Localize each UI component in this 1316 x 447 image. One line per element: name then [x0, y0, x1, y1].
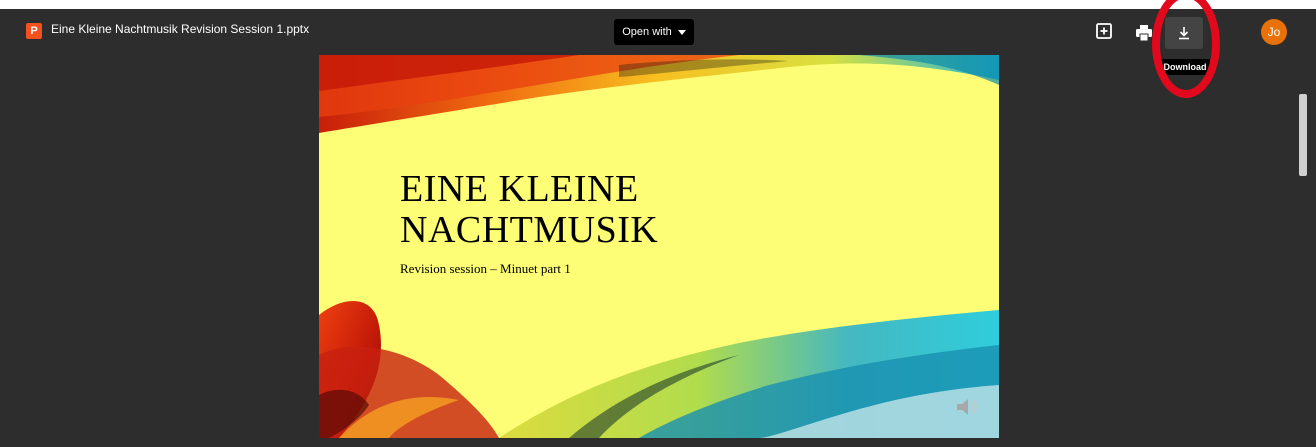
download-tooltip: Download: [1160, 59, 1210, 75]
vertical-scrollbar[interactable]: [1299, 94, 1307, 176]
add-comment-button[interactable]: [1095, 22, 1113, 45]
powerpoint-file-icon: P: [26, 23, 42, 39]
open-with-label: Open with: [622, 26, 672, 38]
slide-preview: EINE KLEINE NACHTMUSIK Revision session …: [319, 55, 999, 438]
speaker-icon[interactable]: [955, 396, 979, 423]
file-title: Eine Kleine Nachtmusik Revision Session …: [51, 22, 310, 36]
add-comment-icon: [1096, 23, 1112, 39]
audio-speaker-icon: [957, 399, 977, 415]
download-icon: [1179, 27, 1189, 40]
caret-down-icon: [677, 29, 686, 35]
slide-subtitle: Revision session – Minuet part 1: [400, 261, 571, 276]
user-avatar[interactable]: Jo: [1261, 19, 1287, 45]
print-button[interactable]: [1135, 24, 1153, 47]
slide-title: EINE KLEINE NACHTMUSIK: [400, 169, 658, 251]
slide-title-line-1: EINE KLEINE: [400, 168, 639, 210]
slide-title-line-2: NACHTMUSIK: [400, 209, 659, 251]
open-with-button[interactable]: Open with: [614, 19, 694, 45]
download-button[interactable]: [1165, 17, 1203, 49]
print-icon: [1136, 25, 1152, 42]
